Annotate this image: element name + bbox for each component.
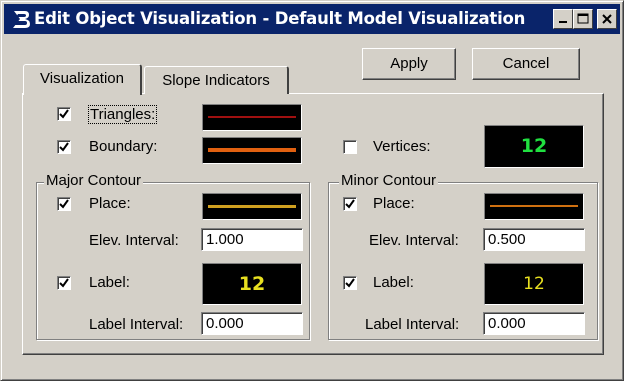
checkmark-icon: [59, 278, 69, 288]
vertices-checkbox[interactable]: [343, 140, 357, 154]
boundary-color-swatch[interactable]: [202, 137, 302, 164]
major-place-line-sample: [208, 205, 296, 208]
bentley-b-icon: [13, 11, 30, 28]
major-place-color-swatch[interactable]: [202, 193, 302, 220]
tab-slope-indicators[interactable]: Slope Indicators: [144, 66, 289, 94]
major-place-label: Place:: [89, 195, 131, 212]
vertices-label: Vertices:: [373, 138, 431, 155]
dialog-window: Edit Object Visualization - Default Mode…: [0, 0, 624, 381]
minor-label-label: Label:: [373, 274, 414, 291]
checkmark-icon: [59, 109, 69, 119]
maximize-button[interactable]: [573, 9, 593, 29]
boundary-line-sample: [208, 148, 296, 152]
boundary-label: Boundary:: [89, 138, 158, 155]
close-icon: [602, 14, 612, 24]
minor-place-checkbox[interactable]: [343, 197, 357, 211]
minor-place-label: Place:: [373, 195, 415, 212]
vertices-symbol-sample: 12: [520, 135, 548, 157]
cancel-button[interactable]: Cancel: [472, 48, 580, 80]
vertices-symbol-swatch[interactable]: 12: [484, 125, 584, 168]
checkmark-icon: [59, 199, 69, 209]
boundary-checkbox[interactable]: [57, 140, 71, 154]
minor-label-interval-input[interactable]: [483, 312, 585, 335]
checkmark-icon: [345, 199, 355, 209]
major-contour-title: Major Contour: [44, 172, 144, 189]
maximize-icon: [577, 13, 589, 24]
minor-elev-interval-input[interactable]: [483, 228, 585, 251]
checkmark-icon: [59, 142, 69, 152]
minor-label-symbol-sample: 12: [523, 274, 545, 294]
triangles-line-sample: [208, 116, 296, 118]
minor-label-interval-label: Label Interval:: [365, 316, 460, 333]
major-elev-interval-label: Elev. Interval:: [89, 232, 179, 249]
major-label-interval-label: Label Interval:: [89, 316, 184, 333]
minor-place-color-swatch[interactable]: [484, 193, 584, 220]
minimize-icon: [559, 21, 567, 23]
triangles-color-swatch[interactable]: [202, 104, 302, 131]
apply-button[interactable]: Apply: [362, 48, 456, 80]
minor-contour-title: Minor Contour: [339, 172, 439, 189]
minor-label-checkbox[interactable]: [343, 276, 357, 290]
major-label-label: Label:: [89, 274, 130, 291]
minor-label-symbol-swatch[interactable]: 12: [484, 263, 584, 305]
title-bar[interactable]: Edit Object Visualization - Default Mode…: [4, 4, 620, 34]
checkmark-icon: [345, 278, 355, 288]
close-button[interactable]: [597, 9, 617, 29]
triangles-label: Triangles:: [88, 105, 158, 124]
tab-visualization[interactable]: Visualization: [23, 64, 142, 95]
triangles-checkbox[interactable]: [57, 107, 71, 121]
minor-place-line-sample: [490, 205, 578, 207]
major-elev-interval-input[interactable]: [201, 228, 303, 251]
major-label-symbol-sample: 12: [238, 273, 266, 295]
minimize-button[interactable]: [553, 9, 573, 29]
minor-elev-interval-label: Elev. Interval:: [369, 232, 459, 249]
major-label-checkbox[interactable]: [57, 276, 71, 290]
window-title: Edit Object Visualization - Default Mode…: [34, 9, 526, 28]
major-label-symbol-swatch[interactable]: 12: [202, 263, 302, 305]
major-label-interval-input[interactable]: [201, 312, 303, 335]
major-place-checkbox[interactable]: [57, 197, 71, 211]
